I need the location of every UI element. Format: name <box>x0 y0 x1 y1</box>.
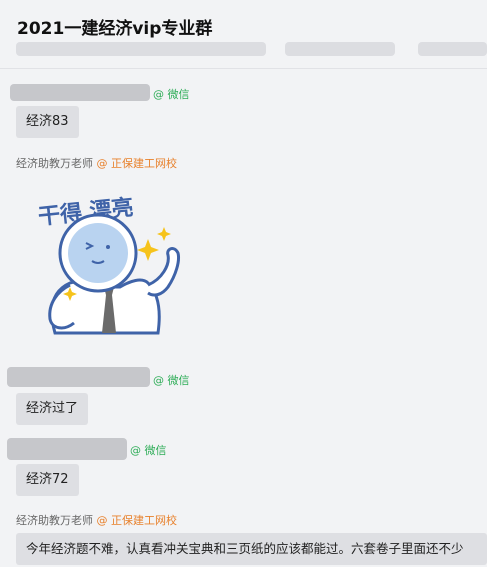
message-bubble[interactable]: 经济83 <box>16 106 79 138</box>
sender-tag: @ 正保建工网校 <box>96 157 178 170</box>
sender-name: 经济助教万老师 <box>16 157 93 170</box>
blurred-sender-name <box>10 84 150 101</box>
sender-tag: @ 微信 <box>130 444 167 457</box>
blurred-member-list <box>285 42 395 56</box>
sender-name: 经济助教万老师 <box>16 514 93 527</box>
blurred-member-list <box>16 42 266 56</box>
sender-row: @ 微信 <box>153 372 190 388</box>
message-bubble[interactable]: 今年经济题不难，认真看冲关宝典和三页纸的应该都能过。六套卷子里面还不少 <box>16 533 487 565</box>
message-bubble[interactable]: 经济过了 <box>16 393 89 425</box>
sender-tag: @ 微信 <box>153 374 190 387</box>
chat-header: 2021一建经济vip专业群 <box>0 0 487 69</box>
sender-tag: @ 微信 <box>153 88 190 101</box>
sender-row: 经济助教万老师 @ 正保建工网校 <box>16 512 177 528</box>
blurred-sender-name <box>7 367 150 387</box>
sender-tag: @ 正保建工网校 <box>96 514 178 527</box>
blurred-sender-name <box>7 438 127 460</box>
sticker-image: 干得 漂亮 <box>37 194 180 335</box>
sender-row: @ 微信 <box>130 442 167 458</box>
message-bubble[interactable]: 经济72 <box>16 464 79 496</box>
blurred-member-list <box>418 42 487 56</box>
sender-row: 经济助教万老师 @ 正保建工网校 <box>16 155 177 171</box>
group-title: 2021一建经济vip专业群 <box>17 19 213 39</box>
well-done-sticker[interactable]: 干得 漂亮 <box>30 183 190 353</box>
sender-row: @ 微信 <box>153 86 190 102</box>
